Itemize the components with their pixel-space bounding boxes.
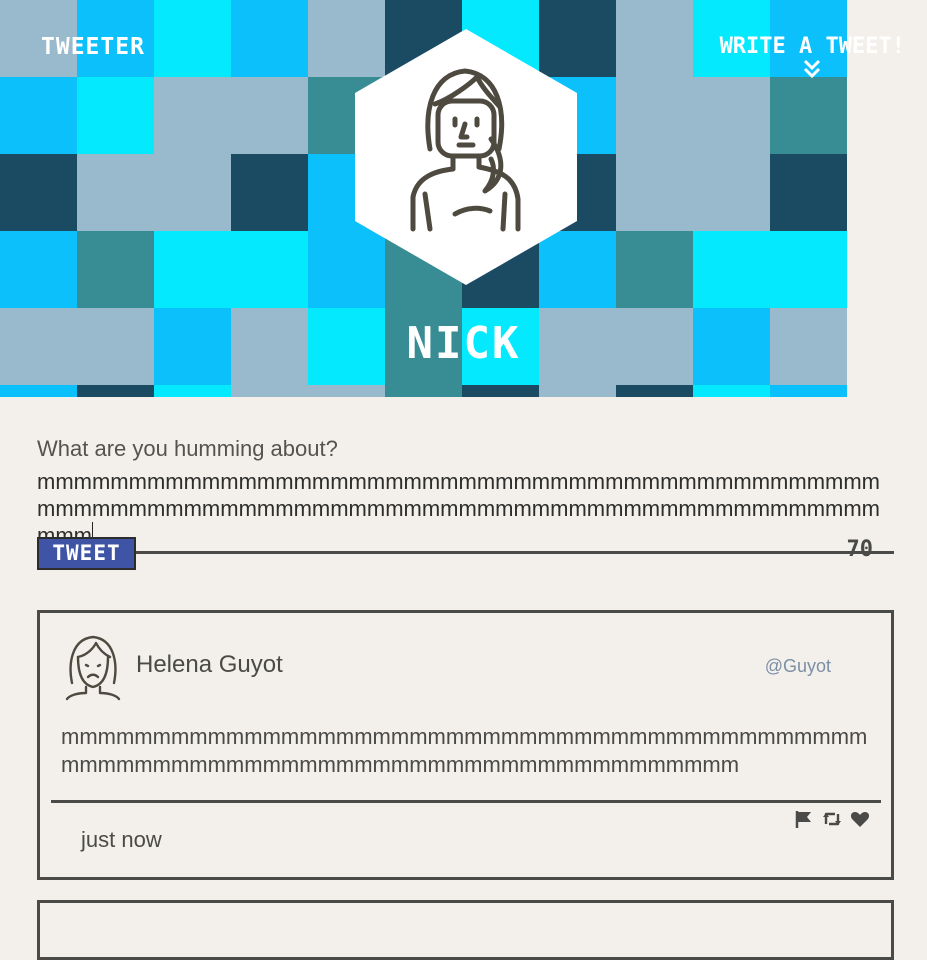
banner-tile xyxy=(693,77,770,154)
banner-tile xyxy=(154,154,231,231)
flag-icon[interactable] xyxy=(794,809,814,829)
banner-tile xyxy=(693,385,770,397)
banner-tile xyxy=(616,154,693,231)
tweet-author-name[interactable]: Helena Guyot xyxy=(136,651,283,679)
banner-tile xyxy=(693,231,770,308)
banner-tile xyxy=(231,231,308,308)
banner-tile xyxy=(308,385,385,397)
banner-tile xyxy=(231,154,308,231)
banner-tile xyxy=(77,385,154,397)
banner-tile xyxy=(231,0,308,77)
banner-tile xyxy=(154,77,231,154)
banner-tile xyxy=(539,385,616,397)
banner-tile xyxy=(616,231,693,308)
banner-tile xyxy=(0,77,77,154)
banner-tile xyxy=(154,385,231,397)
tweet-body: mmmmmmmmmmmmmmmmmmmmmmmmmmmmmmmmmmmmmmmm… xyxy=(61,724,868,777)
banner-tile xyxy=(231,77,308,154)
tweet-card xyxy=(37,900,894,960)
composer-label: What are you humming about? xyxy=(37,436,338,461)
banner-tile xyxy=(770,154,847,231)
banner-tile xyxy=(77,154,154,231)
banner-tile xyxy=(154,0,231,77)
banner-tile xyxy=(693,154,770,231)
banner-tile xyxy=(616,385,693,397)
heart-icon[interactable] xyxy=(850,809,870,829)
tweet-divider xyxy=(51,800,881,803)
tweet-composer: What are you humming about? mmmmmmmmmmmm… xyxy=(37,436,894,554)
retweet-icon[interactable] xyxy=(822,809,842,829)
banner-tile xyxy=(154,231,231,308)
char-counter: 70 xyxy=(846,537,874,562)
tweet-card: Helena Guyot @Guyot mmmmmmmmmmmmmmmmmmmm… xyxy=(37,610,894,880)
banner-tile xyxy=(231,385,308,397)
banner-tile xyxy=(77,231,154,308)
banner-tile xyxy=(0,231,77,308)
banner-tile xyxy=(770,77,847,154)
banner-tile xyxy=(770,385,847,397)
profile-banner: TWEETER WRITE A TWEET! NICK xyxy=(0,0,927,397)
user-avatar xyxy=(65,635,121,701)
profile-avatar xyxy=(355,29,577,285)
profile-username: NICK xyxy=(406,318,521,369)
banner-tile xyxy=(616,77,693,154)
banner-tile xyxy=(616,0,693,77)
tweet-textarea[interactable]: mmmmmmmmmmmmmmmmmmmmmmmmmmmmmmmmmmmmmmmm… xyxy=(37,468,894,554)
write-tweet-link[interactable]: WRITE A TWEET! xyxy=(720,34,905,79)
write-tweet-label: WRITE A TWEET! xyxy=(719,34,905,59)
banner-tile xyxy=(0,385,77,397)
banner-tile xyxy=(0,154,77,231)
tweet-actions xyxy=(794,809,870,829)
banner-tile xyxy=(462,385,539,397)
banner-tile xyxy=(77,77,154,154)
tweet-timestamp: just now xyxy=(81,827,162,852)
tweet-button[interactable]: TWEET xyxy=(37,537,136,570)
banner-tile xyxy=(385,385,462,397)
tweet-author-handle[interactable]: @Guyot xyxy=(765,656,831,677)
brand-logo[interactable]: TWEETER xyxy=(41,34,145,60)
tweet-textarea-value: mmmmmmmmmmmmmmmmmmmmmmmmmmmmmmmmmmmmmmmm… xyxy=(37,469,881,548)
double-chevron-down-icon xyxy=(804,59,821,79)
banner-tile xyxy=(770,231,847,308)
